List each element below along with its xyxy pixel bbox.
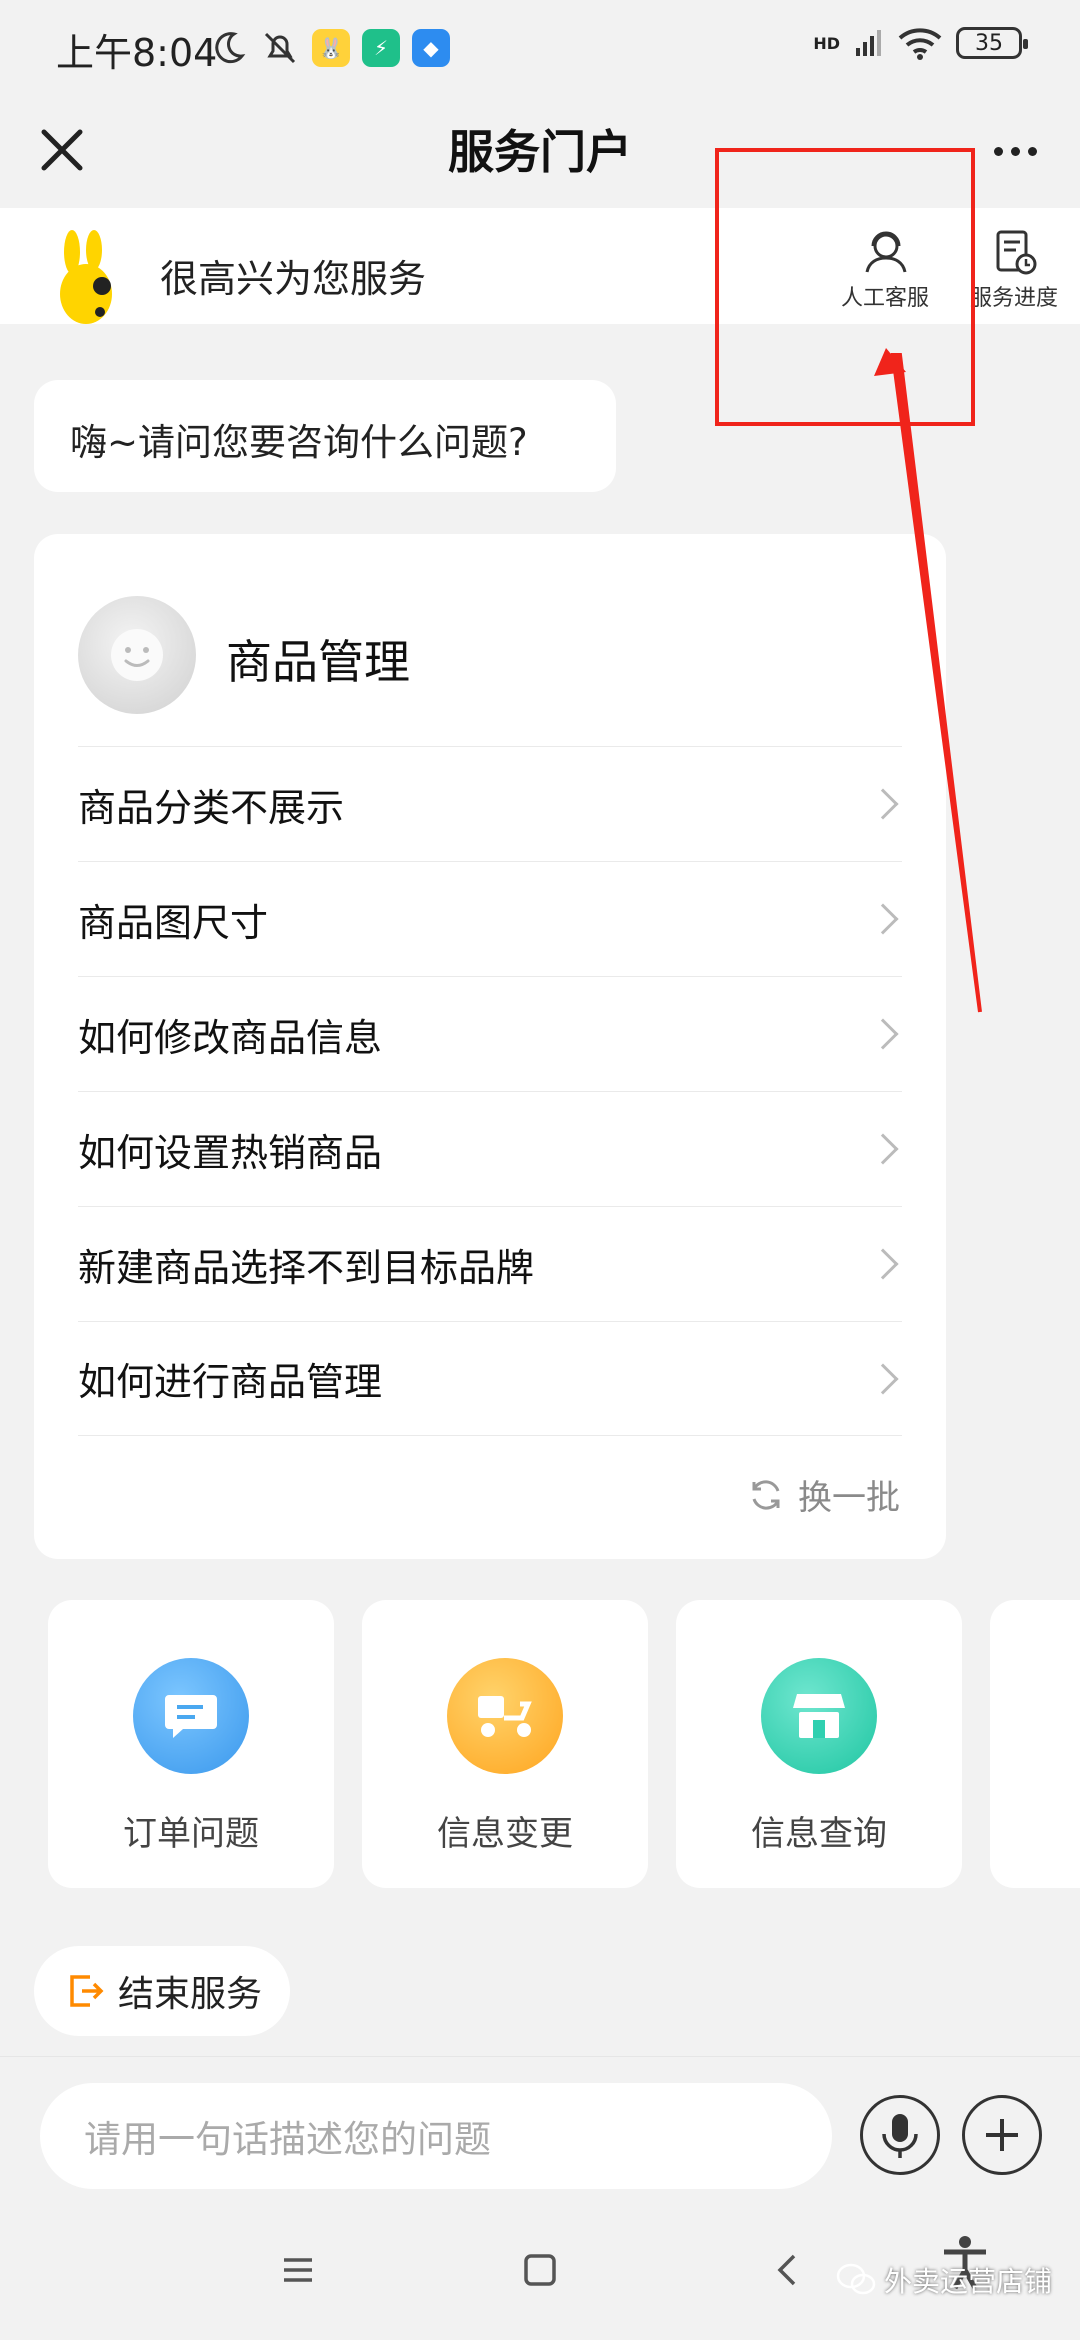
annotation-arrow: [874, 348, 982, 1013]
